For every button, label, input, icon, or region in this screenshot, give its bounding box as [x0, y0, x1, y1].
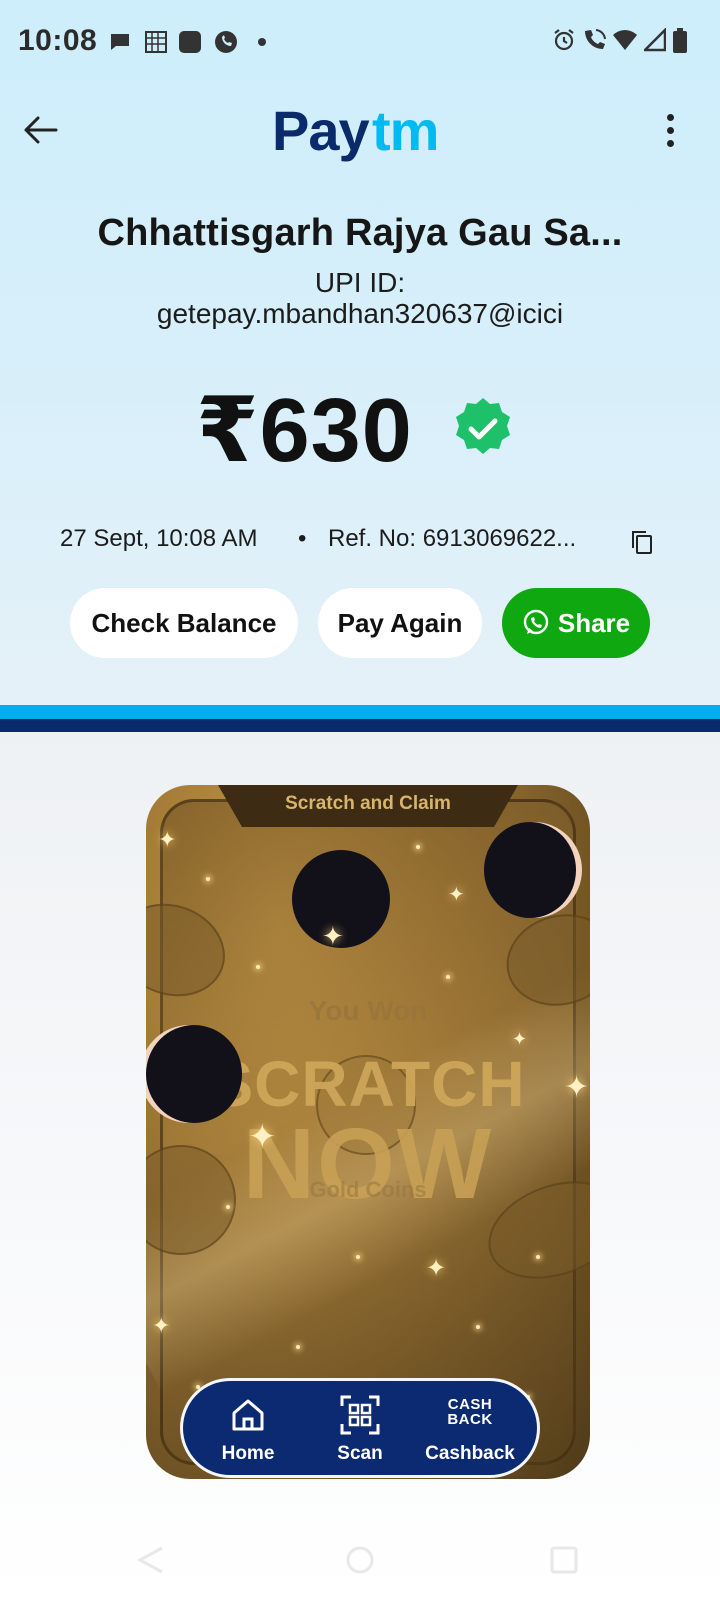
chat-bubble-icon [111, 34, 129, 50]
nav-item-scan[interactable]: Scan [305, 1381, 415, 1481]
reference-number: Ref. No: 6913069622... [328, 525, 577, 552]
sparkle-icon: ✦ [248, 1118, 277, 1156]
nav-label-cashback: Cashback [425, 1443, 515, 1464]
verified-check-icon [456, 398, 510, 454]
share-label: Share [557, 607, 631, 638]
more-options-button[interactable] [656, 108, 686, 152]
more-vertical-icon [667, 114, 674, 121]
nav-item-home[interactable]: Home [193, 1381, 303, 1481]
app-square-icon [179, 31, 201, 53]
sparkle-dot [226, 1205, 230, 1209]
status-time: 10:08 [18, 24, 98, 57]
signal-icon [644, 28, 666, 52]
scratch-card[interactable]: Scratch and Claim You Won SCRATCH NOW Go… [146, 785, 590, 1479]
gold-coins-text: Gold Coins [309, 1177, 427, 1202]
sparkle-dot [206, 877, 210, 881]
cashback-icon: CASH BACK [435, 1397, 505, 1427]
whatsapp-icon [523, 609, 549, 635]
check-balance-button[interactable]: Check Balance [70, 588, 298, 658]
upi-id-label: UPI ID: [314, 267, 406, 298]
sparkle-dot [536, 1255, 540, 1259]
merchant-name: Chhattisgarh Rajya Gau Sa... [97, 212, 623, 254]
alarm-icon [554, 29, 574, 51]
sparkle-icon: ✦ [152, 1313, 171, 1338]
back-button[interactable] [18, 108, 62, 152]
sparkle-icon: ✦ [448, 884, 465, 906]
you-won-text: You Won [308, 995, 428, 1026]
dot-icon [258, 38, 266, 46]
system-recents-icon[interactable] [550, 1546, 578, 1574]
sparkle-icon: ✦ [158, 827, 177, 852]
upi-id-value: getepay.mbandhan320637@icici [156, 298, 564, 329]
sparkle-dot [446, 975, 450, 979]
sparkle-dot [416, 845, 420, 849]
qr-scan-icon [340, 1395, 380, 1435]
grid-icon [145, 31, 167, 53]
battery-icon [673, 28, 687, 53]
now-text: NOW [242, 1108, 494, 1220]
home-icon [232, 1399, 264, 1431]
pay-again-button[interactable]: Pay Again [318, 588, 482, 658]
wifi-calling-icon [585, 29, 606, 49]
system-navigation-bar [136, 1546, 578, 1574]
system-back-icon[interactable] [136, 1546, 163, 1574]
more-vertical-dot [667, 127, 674, 134]
sparkle-icon: ✦ [564, 1071, 590, 1104]
cashback-icon-line: CASH [447, 1396, 493, 1413]
share-button[interactable]: Share [502, 588, 650, 658]
meta-separator: • [298, 525, 307, 552]
nav-label-scan: Scan [337, 1443, 383, 1464]
sparkle-dot [476, 1325, 480, 1329]
nav-item-cashback[interactable]: CASH BACK Cashback [415, 1381, 525, 1481]
sparkle-icon: ✦ [512, 1029, 528, 1049]
divider-stripe-dark [0, 719, 720, 732]
copy-icon[interactable] [630, 529, 654, 555]
sparkle-icon: ✦ [322, 921, 344, 951]
paytm-logo: Pay tm [272, 100, 439, 162]
phone-bubble-icon [215, 31, 237, 53]
svg-text:Pay: Pay [272, 100, 369, 162]
scratch-card-title: Scratch and Claim [285, 793, 451, 814]
nav-label-home: Home [221, 1443, 275, 1464]
svg-text:tm: tm [372, 100, 438, 162]
system-home-icon[interactable] [346, 1546, 374, 1574]
cashback-icon-line: BACK [447, 1411, 493, 1428]
divider-stripe-light [0, 705, 720, 719]
sparkle-dot [256, 965, 260, 969]
wifi-icon [613, 30, 637, 50]
payment-amount: ₹630 [196, 381, 413, 481]
scratched-area [146, 1025, 242, 1123]
bottom-navigation: Home Scan CASH BACK Cashback [180, 1378, 540, 1478]
sparkle-icon: ✦ [426, 1255, 447, 1282]
transaction-meta: 27 Sept, 10:08 AM • Ref. No: 6913069622.… [60, 525, 660, 559]
sparkle-dot [356, 1255, 360, 1259]
more-vertical-dot [667, 140, 674, 147]
status-bar: 10:08 [0, 0, 720, 84]
scratched-area [484, 822, 576, 918]
transaction-date: 27 Sept, 10:08 AM [60, 525, 258, 552]
sparkle-dot [296, 1345, 300, 1349]
